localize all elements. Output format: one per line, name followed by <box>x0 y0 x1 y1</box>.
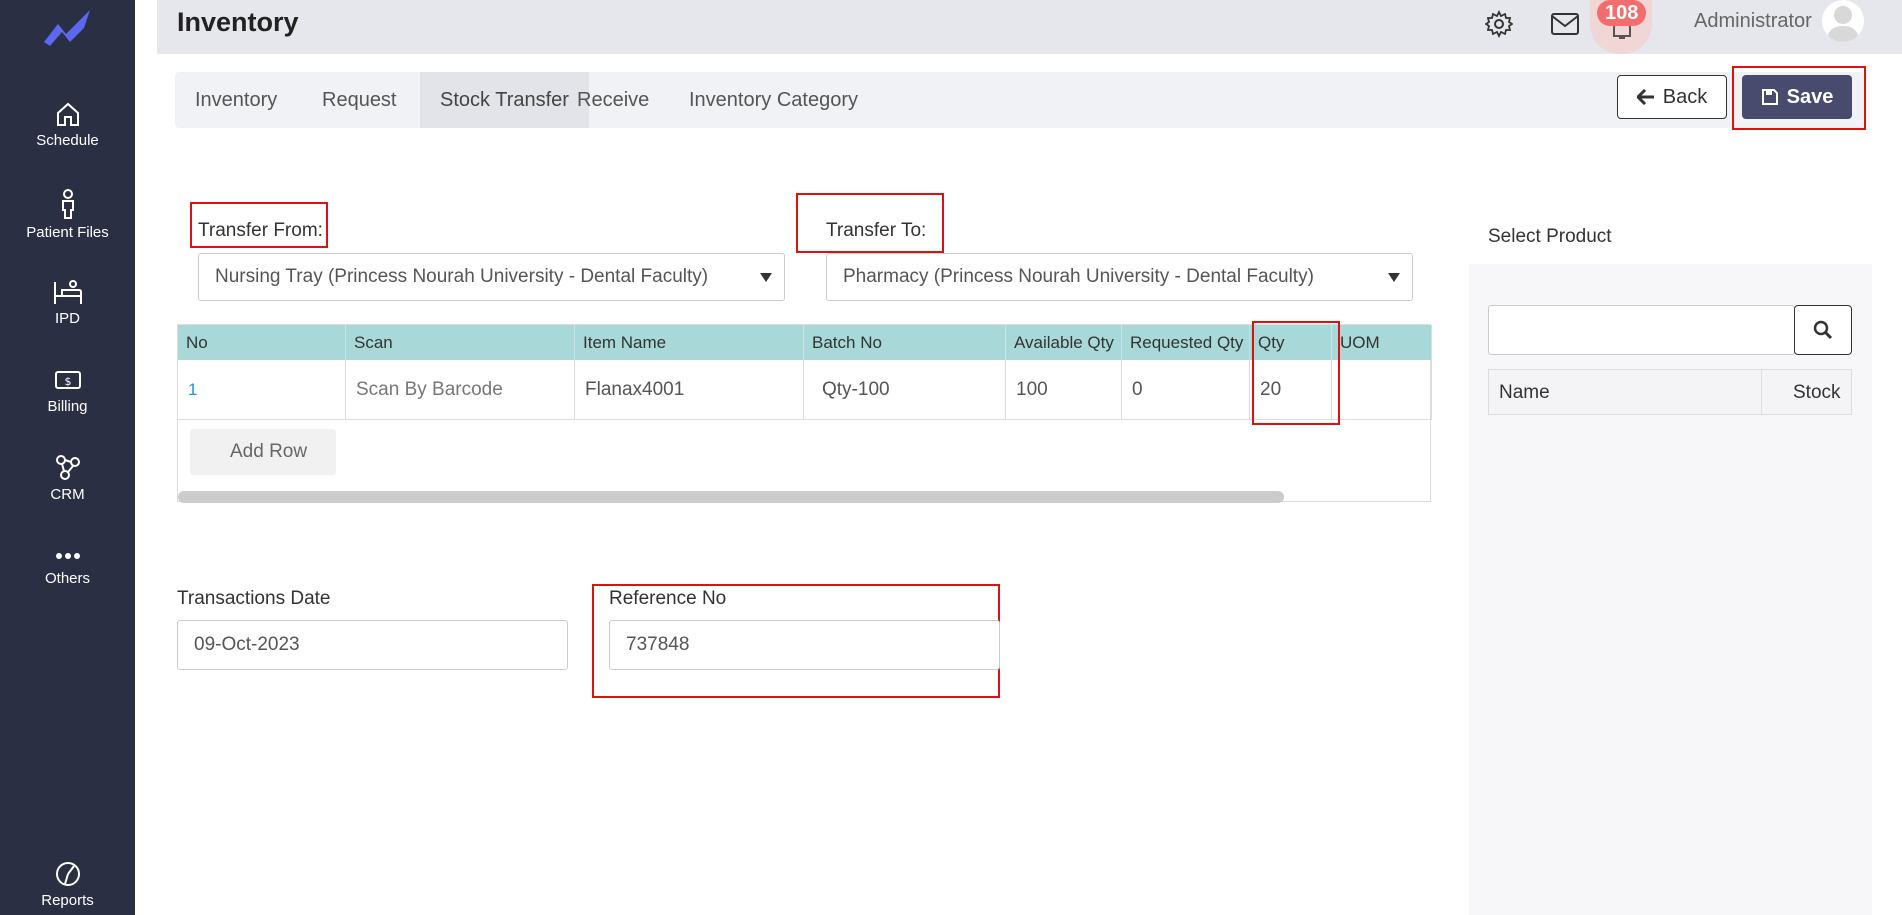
network-icon <box>55 455 80 480</box>
transfer-from-select[interactable]: Nursing Tray (Princess Nourah University… <box>198 253 785 301</box>
column-header: Batch No <box>804 325 1006 360</box>
column-header: Requested Qty <box>1122 325 1250 360</box>
reference-no-input[interactable]: 737848 <box>609 620 1000 670</box>
sidebar-item-label: Billing <box>47 398 88 415</box>
tab-request[interactable]: Request <box>302 72 417 128</box>
sidebar: Schedule Patient Files IPD $ Billing CRM… <box>0 0 135 915</box>
tab-receive[interactable]: Receive <box>557 72 669 128</box>
column-divider <box>1761 370 1762 414</box>
column-header: No <box>178 325 346 360</box>
column-header: Stock <box>1793 382 1841 403</box>
user-avatar-icon <box>1827 6 1859 42</box>
transfer-to-label: Transfer To: <box>826 220 927 241</box>
transactions-date-input[interactable]: 09-Oct-2023 <box>177 620 568 670</box>
highlight-qty <box>1252 321 1340 425</box>
tab-inventory[interactable]: Inventory <box>175 72 297 128</box>
search-icon <box>1813 320 1833 340</box>
arrow-left-icon <box>1636 89 1654 105</box>
sidebar-item-label: CRM <box>50 486 85 503</box>
top-bar: Inventory 108 Administrator <box>157 0 1902 54</box>
highlight-save <box>1732 66 1866 130</box>
column-header: Item Name <box>575 325 804 360</box>
svg-text:$: $ <box>64 375 71 388</box>
main-area: Inventory 108 Administrator Inventory Re… <box>157 0 1902 915</box>
scan-cell[interactable]: Scan By Barcode <box>346 360 575 420</box>
app-logo-icon[interactable] <box>40 6 96 48</box>
sidebar-item-patient-files[interactable]: Patient Files <box>0 188 135 241</box>
money-icon: $ <box>54 371 81 389</box>
item-name-cell[interactable]: Flanax4001 <box>575 360 804 420</box>
column-header: Name <box>1499 382 1550 403</box>
product-table-header: Name Stock <box>1488 369 1852 415</box>
tab-bar: Inventory Request Stock Transfer Receive… <box>175 72 1865 128</box>
available-qty-cell: 100 <box>1006 360 1122 420</box>
avatar[interactable] <box>1822 0 1864 42</box>
transactions-date-label: Transactions Date <box>177 588 331 609</box>
bed-icon <box>53 280 82 304</box>
user-name[interactable]: Administrator <box>1694 10 1812 33</box>
uom-cell[interactable] <box>1332 360 1432 420</box>
product-search-button[interactable] <box>1794 305 1852 355</box>
add-row-button[interactable]: Add Row <box>190 429 336 475</box>
column-header: UOM <box>1332 325 1432 360</box>
column-header: Available Qty <box>1006 325 1122 360</box>
caret-down-icon <box>1388 273 1400 282</box>
person-icon <box>61 189 74 219</box>
mail-icon[interactable] <box>1550 12 1580 36</box>
sidebar-item-reports[interactable]: Reports <box>0 860 135 909</box>
transfer-to-select[interactable]: Pharmacy (Princess Nourah University - D… <box>826 253 1413 301</box>
transfer-to-value: Pharmacy (Princess Nourah University - D… <box>843 266 1314 287</box>
back-button[interactable]: Back <box>1617 75 1727 119</box>
caret-down-icon <box>760 273 772 282</box>
page-title: Inventory <box>177 7 299 37</box>
sidebar-item-ipd[interactable]: IPD <box>0 278 135 327</box>
sidebar-item-label: Schedule <box>36 132 99 149</box>
column-header: Scan <box>346 325 575 360</box>
sidebar-item-label: Reports <box>41 892 94 909</box>
sidebar-item-label: Patient Files <box>26 224 109 241</box>
more-icon <box>55 553 80 559</box>
horizontal-scrollbar[interactable] <box>178 491 1284 503</box>
product-panel <box>1469 264 1872 915</box>
reference-no-label: Reference No <box>609 588 727 609</box>
home-icon <box>56 102 79 126</box>
sidebar-item-crm[interactable]: CRM <box>0 452 135 503</box>
transfer-from-label: Transfer From: <box>198 220 323 241</box>
transfer-items-grid: No Scan Item Name Batch No Available Qty… <box>177 324 1432 503</box>
sidebar-item-billing[interactable]: $ Billing <box>0 366 135 415</box>
content-area: Inventory Request Stock Transfer Receive… <box>157 54 1902 915</box>
notification-badge[interactable]: 108 <box>1597 0 1647 26</box>
requested-qty-cell: 0 <box>1122 360 1250 420</box>
grid-header: No Scan Item Name Batch No Available Qty… <box>178 325 1432 360</box>
sidebar-item-schedule[interactable]: Schedule <box>0 100 135 149</box>
sidebar-item-label: IPD <box>54 310 80 327</box>
sidebar-item-others[interactable]: Others <box>0 546 135 587</box>
back-button-label: Back <box>1662 85 1708 108</box>
tab-inventory-category[interactable]: Inventory Category <box>669 72 878 128</box>
product-search-input[interactable] <box>1488 305 1795 355</box>
row-number[interactable]: 1 <box>178 360 346 420</box>
batch-no-cell[interactable]: Qty-100 <box>804 360 1006 420</box>
sidebar-item-label: Others <box>44 570 90 587</box>
transfer-from-value: Nursing Tray (Princess Nourah University… <box>215 266 709 287</box>
gear-icon[interactable] <box>1485 10 1513 38</box>
pie-chart-icon <box>55 862 80 886</box>
select-product-label: Select Product <box>1488 226 1612 247</box>
